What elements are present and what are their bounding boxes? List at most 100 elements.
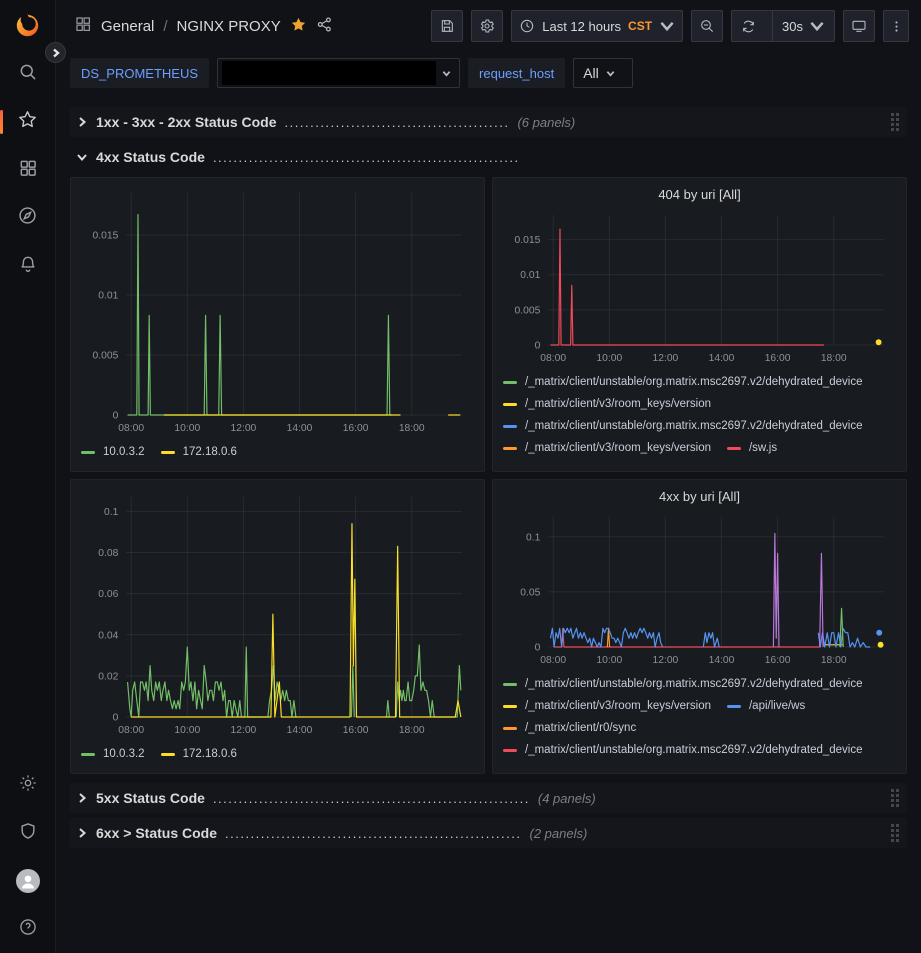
sidebar-expand-button[interactable] (45, 42, 66, 63)
dashboard-body: 1xx - 3xx - 2xx Status Code ............… (56, 96, 921, 953)
compass-icon (17, 205, 38, 231)
legend-item[interactable]: /_matrix/client/v3/room_keys/version (503, 398, 711, 410)
shield-icon (18, 821, 38, 846)
more-options-button[interactable] (883, 10, 909, 42)
series-label: /_matrix/client/v3/room_keys/version (525, 442, 711, 454)
timeseries-chart[interactable]: 08:0010:0012:0014:0016:0018:0000.050.1 (503, 509, 896, 669)
refresh-icon (741, 19, 756, 34)
share-icon[interactable] (316, 16, 333, 37)
legend-item[interactable]: /_matrix/client/unstable/org.matrix.msc2… (503, 376, 863, 388)
chevron-down-icon (606, 69, 615, 78)
save-dashboard-button[interactable] (431, 10, 463, 42)
legend-row: /_matrix/client/v3/room_keys/version/api… (503, 695, 896, 717)
apps-grid-icon (74, 15, 92, 37)
legend-item[interactable]: /_matrix/client/v3/room_keys/version (503, 700, 711, 712)
legend-item[interactable]: /_matrix/client/unstable/org.matrix.msc2… (503, 678, 863, 690)
gear-icon (18, 773, 38, 798)
chevron-down-icon (659, 18, 675, 34)
series-label: /_matrix/client/unstable/org.matrix.msc2… (525, 420, 863, 432)
redacted-value (222, 61, 436, 85)
svg-text:08:00: 08:00 (540, 655, 566, 666)
series-color-swatch (81, 753, 95, 756)
sidebar-item-settings[interactable] (0, 761, 55, 809)
user-avatar (16, 869, 40, 893)
row-drag-handle[interactable] (891, 789, 899, 807)
series-color-swatch (727, 447, 741, 450)
legend-item[interactable]: /api/live/ws (727, 700, 805, 712)
search-icon (18, 62, 38, 87)
svg-text:0.06: 0.06 (98, 589, 118, 600)
series-color-swatch (727, 705, 741, 708)
legend-row: 10.0.3.2 172.18.0.6 (81, 441, 474, 463)
svg-text:16:00: 16:00 (343, 725, 369, 736)
legend-item[interactable]: /_matrix/client/v3/room_keys/version (503, 442, 711, 454)
legend-item[interactable]: 10.0.3.2 (81, 748, 145, 760)
row-header-6xx[interactable]: 6xx > Status Code ......................… (70, 818, 907, 848)
panel-legend: /_matrix/client/unstable/org.matrix.msc2… (503, 673, 896, 761)
legend-item[interactable]: /_matrix/client/unstable/org.matrix.msc2… (503, 420, 863, 432)
panel-4xx-by-uri: 4xx by uri [All] 08:0010:0012:0014:0016:… (492, 479, 907, 774)
dashboards-grid-icon (18, 158, 38, 183)
legend-item[interactable]: /_matrix/client/unstable/org.matrix.msc2… (503, 744, 863, 756)
row-drag-handle[interactable] (891, 113, 899, 131)
legend-item[interactable]: /_matrix/client/r0/sync (503, 722, 636, 734)
time-range-label: Last 12 hours (542, 19, 621, 34)
breadcrumb-folder[interactable]: General (101, 18, 154, 35)
legend-item[interactable]: 172.18.0.6 (161, 446, 237, 458)
grafana-logo[interactable] (0, 0, 55, 50)
row-drag-handle[interactable] (891, 824, 899, 842)
timeseries-chart[interactable]: 08:0010:0012:0014:0016:0018:0000.0050.01… (81, 185, 474, 437)
variable-value-ds-prometheus[interactable] (217, 58, 460, 88)
row-header-4xx[interactable]: 4xx Status Code ........................… (70, 142, 907, 172)
series-color-swatch (503, 683, 517, 686)
dashboard-settings-button[interactable] (471, 10, 503, 42)
legend-item[interactable]: /sw.js (727, 442, 777, 454)
gear-icon (479, 18, 495, 34)
legend-item[interactable]: 10.0.3.2 (81, 446, 145, 458)
panel-404-by-remote-addr: 404 by remote addr [All] 08:0010:0012:00… (70, 177, 485, 472)
sidebar-item-explore[interactable] (0, 194, 55, 242)
row-leader-dots: ........................................… (225, 826, 522, 841)
svg-text:18:00: 18:00 (399, 725, 425, 736)
favorite-star-icon[interactable] (290, 16, 307, 37)
sidebar-item-user[interactable] (0, 857, 55, 905)
series-color-swatch (161, 753, 175, 756)
zoom-out-button[interactable] (691, 10, 723, 42)
svg-text:0: 0 (113, 410, 119, 421)
variable-value-request-host[interactable]: All (573, 58, 633, 88)
series-label: /_matrix/client/r0/sync (525, 722, 636, 734)
panel-grid: 404 by remote addr [All] 08:0010:0012:00… (70, 177, 907, 774)
svg-text:0: 0 (535, 340, 541, 351)
page-title[interactable]: NGINX PROXY (177, 18, 281, 35)
tv-mode-button[interactable] (843, 10, 875, 42)
row-header-5xx[interactable]: 5xx Status Code ........................… (70, 783, 907, 813)
legend-item[interactable]: 172.18.0.6 (161, 748, 237, 760)
series-color-swatch (503, 381, 517, 384)
svg-text:08:00: 08:00 (540, 353, 566, 364)
variable-label-ds-prometheus: DS_PROMETHEUS (70, 58, 209, 88)
chevron-down-icon (809, 18, 825, 34)
legend-row: /_matrix/client/unstable/org.matrix.msc2… (503, 371, 896, 393)
panel-title[interactable]: 4xx by uri [All] (503, 487, 896, 509)
refresh-button[interactable] (732, 11, 765, 41)
series-label: /_matrix/client/unstable/org.matrix.msc2… (525, 376, 863, 388)
panel-title[interactable]: 404 by uri [All] (503, 185, 896, 207)
row-title: 5xx Status Code (96, 790, 205, 806)
row-header-1xx-3xx-2xx[interactable]: 1xx - 3xx - 2xx Status Code ............… (70, 107, 907, 137)
refresh-interval-label: 30s (782, 19, 803, 34)
refresh-interval-dropdown[interactable]: 30s (772, 11, 834, 41)
series-label: 172.18.0.6 (183, 748, 237, 760)
sidebar-item-dashboards[interactable] (0, 146, 55, 194)
timeseries-chart[interactable]: 08:0010:0012:0014:0016:0018:0000.020.040… (81, 489, 474, 739)
time-range-picker[interactable]: Last 12 hours CST (511, 10, 683, 42)
series-color-swatch (503, 749, 517, 752)
breadcrumb: General / NGINX PROXY (74, 15, 333, 37)
sidebar-item-starred[interactable] (0, 98, 55, 146)
timeseries-chart[interactable]: 08:0010:0012:0014:0016:0018:0000.0050.01… (503, 207, 896, 367)
breadcrumb-separator: / (163, 18, 167, 35)
series-label: /_matrix/client/unstable/org.matrix.msc2… (525, 744, 863, 756)
sidebar-item-alerting[interactable] (0, 242, 55, 290)
sidebar-item-help[interactable] (0, 905, 55, 953)
sidebar-item-server-admin[interactable] (0, 809, 55, 857)
svg-text:18:00: 18:00 (821, 655, 847, 666)
